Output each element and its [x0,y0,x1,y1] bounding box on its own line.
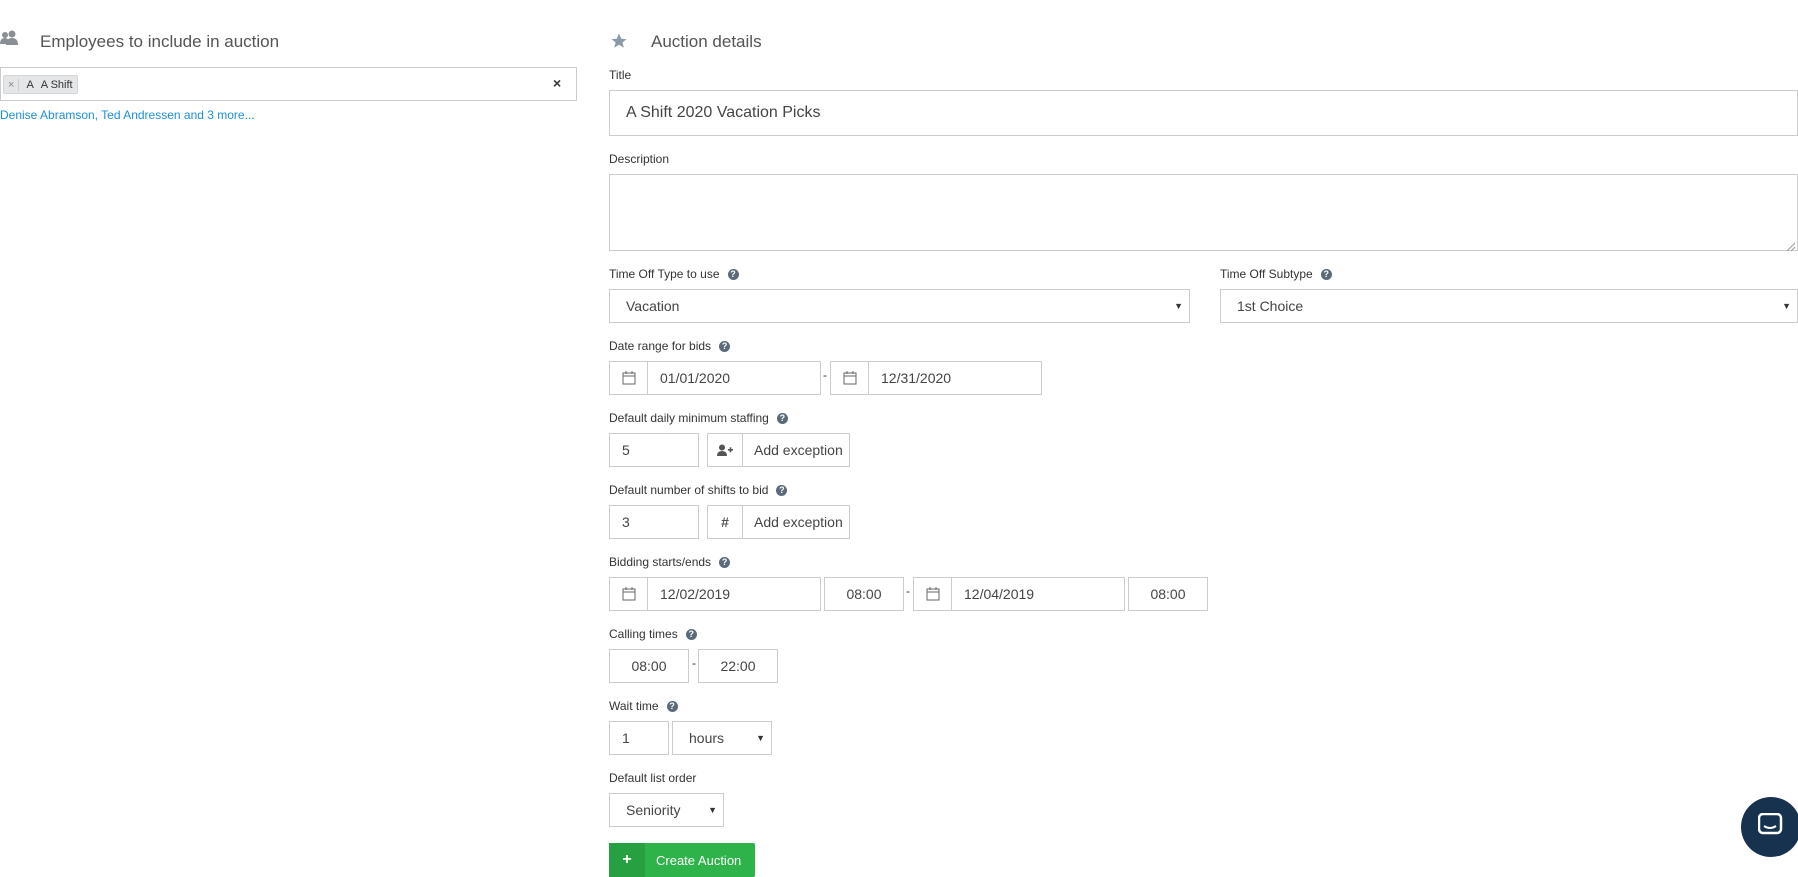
help-icon[interactable]: ? [776,413,788,425]
wait-time-input[interactable]: 1 [609,721,669,755]
wait-unit-select[interactable]: hours ▼ [672,721,772,755]
create-auction-label: Create Auction [656,852,742,868]
user-plus-icon [708,434,743,466]
shifts-to-bid-input[interactable]: 3 [609,505,699,539]
description-label: Description [609,152,670,166]
range-dash: - [823,368,827,382]
title-label: Title [609,68,632,82]
help-icon[interactable]: ? [666,701,678,713]
list-order-value: Seniority [626,802,681,818]
bidding-end-date-input[interactable]: 12/04/2019 [951,577,1125,611]
bidding-start-date-value: 12/02/2019 [660,586,731,602]
plus-icon: + [609,843,645,877]
add-staffing-exception-button[interactable]: Add exception [707,433,850,467]
date-range-end-input[interactable]: 12/31/2020 [868,361,1042,395]
calendar-icon[interactable] [609,361,648,395]
employees-select[interactable]: × A A Shift × [0,67,577,101]
title-value: A Shift 2020 Vacation Picks [626,104,821,121]
hash-icon: # [708,506,743,538]
calendar-icon[interactable] [609,577,648,611]
calling-end-value: 22:00 [720,658,756,674]
employees-link[interactable]: Denise Abramson, Ted Andressen and 3 mor… [0,108,255,122]
bidding-label: Bidding starts/ends? [609,555,731,569]
employees-icon [0,30,20,46]
employees-section-title: Employees to include in auction [40,32,280,51]
wait-time-value: 1 [622,730,630,746]
calendar-icon[interactable] [830,361,869,395]
list-order-label: Default list order [609,771,697,785]
calling-start-value: 08:00 [631,658,667,674]
star-icon [610,32,628,50]
wait-time-label: Wait time? [609,699,678,713]
add-shifts-exception-button[interactable]: # Add exception [707,505,850,539]
add-exception-label: Add exception [754,514,843,530]
min-staffing-input[interactable]: 5 [609,433,699,467]
time-off-subtype-value: 1st Choice [1237,298,1304,314]
calendar-icon[interactable] [913,577,952,611]
date-range-start-value: 01/01/2020 [660,370,731,386]
calling-end-input[interactable]: 22:00 [698,649,778,683]
bidding-start-time-value: 08:00 [846,586,882,602]
time-off-subtype-label: Time Off Subtype? [1220,267,1332,281]
bidding-end-time-input[interactable]: 08:00 [1128,577,1208,611]
date-range-start-input[interactable]: 01/01/2020 [647,361,821,395]
range-dash: - [906,584,910,598]
chevron-down-icon: ▼ [1174,301,1183,311]
auction-details-title: Auction details [651,32,762,51]
date-range-end-value: 12/31/2020 [881,370,952,386]
calling-times-label: Calling times? [609,627,697,641]
bidding-start-date-input[interactable]: 12/02/2019 [647,577,821,611]
list-order-select[interactable]: Seniority ▼ [609,793,724,827]
time-off-type-value: Vacation [626,298,680,314]
bidding-end-time-value: 08:00 [1150,586,1186,602]
chat-icon [1757,812,1784,842]
create-auction-button[interactable]: + Create Auction [609,843,755,877]
calling-start-input[interactable]: 08:00 [609,649,689,683]
employee-tag: × A A Shift [3,75,78,94]
min-staffing-label: Default daily minimum staffing? [609,411,788,425]
help-icon[interactable]: ? [727,269,739,281]
min-staffing-value: 5 [622,442,630,458]
shifts-to-bid-value: 3 [622,514,630,530]
tag-remove-icon[interactable]: × [4,78,20,91]
help-icon[interactable]: ? [719,557,731,569]
chevron-down-icon: ▼ [756,733,765,743]
clear-selection-icon[interactable]: × [553,75,561,91]
tag-initial: A [26,78,34,91]
description-textarea[interactable] [609,174,1798,252]
title-input[interactable]: A Shift 2020 Vacation Picks [609,90,1798,136]
range-dash: - [692,656,696,670]
help-icon[interactable]: ? [776,485,788,497]
wait-unit-value: hours [689,730,725,746]
date-range-label: Date range for bids? [609,339,731,353]
add-exception-label: Add exception [754,442,843,458]
chevron-down-icon: ▼ [1782,301,1791,311]
time-off-type-label: Time Off Type to use? [609,267,739,281]
help-icon[interactable]: ? [719,341,731,353]
tag-label: A Shift [40,78,73,91]
help-icon[interactable]: ? [685,629,697,641]
time-off-type-select[interactable]: Vacation ▼ [609,289,1190,323]
resize-handle-icon[interactable] [1786,239,1796,252]
bidding-end-date-value: 12/04/2019 [964,586,1035,602]
bidding-start-time-input[interactable]: 08:00 [824,577,904,611]
chat-launcher-button[interactable] [1741,797,1798,857]
shifts-to-bid-label: Default number of shifts to bid? [609,483,788,497]
time-off-subtype-select[interactable]: 1st Choice ▼ [1220,289,1798,323]
help-icon[interactable]: ? [1320,269,1332,281]
chevron-down-icon: ▼ [708,805,717,815]
